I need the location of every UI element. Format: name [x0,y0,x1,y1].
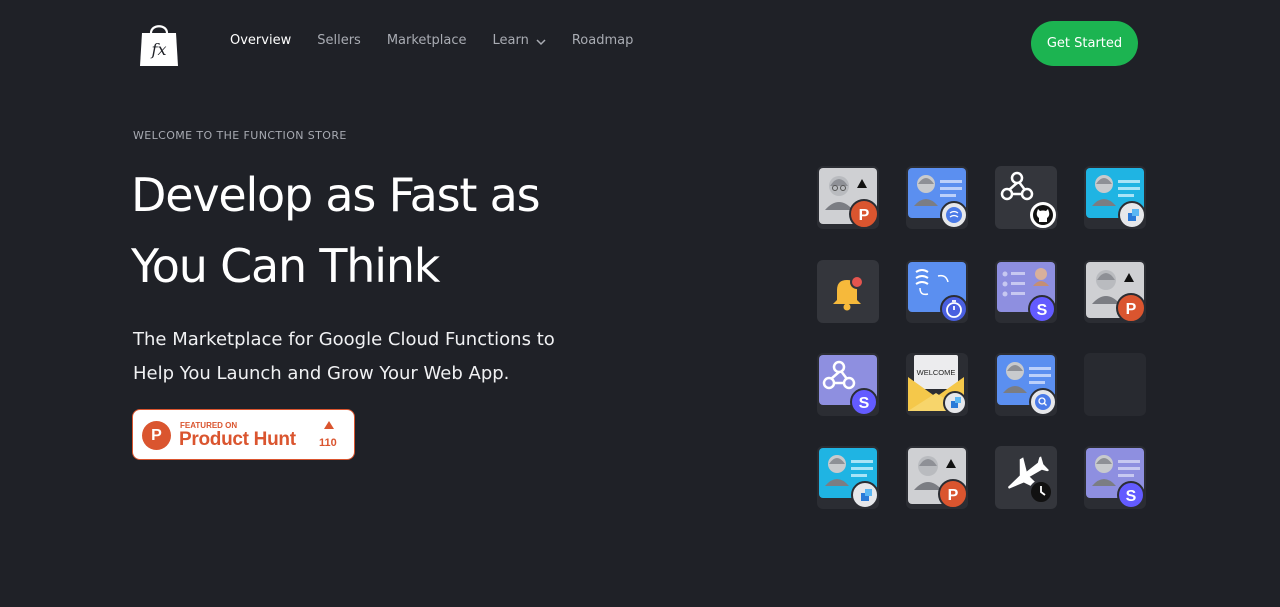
svg-text:S: S [859,395,870,412]
hero-headline-line2: You Can Think [131,239,440,293]
nav-links: Overview Sellers Marketplace Learn Roadm… [230,33,659,48]
hero-headline: Develop as Fast as You Can Think [131,160,691,302]
product-hunt-name: Product Hunt [179,429,296,450]
nav-link-roadmap[interactable]: Roadmap [572,33,634,48]
product-hunt-upvote-count: 110 [319,437,337,449]
chevron-down-icon [536,36,546,46]
hero-subtitle: The Marketplace for Google Cloud Functio… [133,323,613,391]
contact-card-gray-producthunt-icon[interactable]: P [817,166,879,229]
nav-link-sellers[interactable]: Sellers [317,33,361,48]
contact-card-gray-producthunt-icon[interactable]: P [906,446,968,509]
upvote-triangle-icon [324,421,334,429]
svg-text:fx: fx [151,40,167,59]
contact-card-cyan-stack-icon[interactable] [817,446,879,509]
contact-card-purple-stripe-icon[interactable]: S [1084,446,1146,509]
nav-link-overview[interactable]: Overview [230,33,291,48]
function-icon-grid: P S P S WELCOME P S [817,166,1149,514]
top-nav: fx Overview Sellers Marketplace Learn Ro… [0,0,1280,90]
welcome-envelope-label: WELCOME [917,368,956,377]
svg-text:S: S [1037,302,1048,319]
hero-subtitle-line2: Help You Launch and Grow Your Web App. [133,363,510,384]
svg-text:P: P [859,207,870,224]
empty-slot [1084,353,1146,416]
notification-bell-icon[interactable] [817,260,879,323]
nav-link-marketplace[interactable]: Marketplace [387,33,467,48]
nav-link-learn-label: Learn [492,33,529,48]
nav-link-learn[interactable]: Learn [492,33,546,48]
hero-subtitle-line1: The Marketplace for Google Cloud Functio… [133,329,555,350]
welcome-envelope-icon[interactable]: WELCOME [906,353,968,416]
contact-card-blue-stream-icon[interactable] [906,166,968,229]
flight-schedule-icon[interactable] [995,446,1057,509]
stream-timer-icon[interactable] [906,260,968,323]
get-started-button[interactable]: Get Started [1031,21,1138,66]
contact-card-gray-producthunt-icon[interactable]: P [1084,260,1146,323]
function-store-logo[interactable]: fx [139,19,179,69]
list-card-stripe-icon[interactable]: S [995,260,1057,323]
svg-text:S: S [1126,488,1137,505]
product-hunt-badge[interactable]: P FEATURED ON Product Hunt 110 [132,409,355,460]
contact-card-cyan-stack-icon[interactable] [1084,166,1146,229]
hero-headline-line1: Develop as Fast as [131,168,541,222]
svg-text:P: P [1126,301,1137,318]
product-hunt-logo-icon: P [142,421,171,450]
webhook-github-icon[interactable] [995,166,1058,230]
svg-text:P: P [948,487,959,504]
hero-eyebrow: WELCOME TO THE FUNCTION STORE [133,129,347,142]
webhook-stripe-icon[interactable]: S [817,353,879,416]
contact-card-blue-search-icon[interactable] [995,353,1057,416]
